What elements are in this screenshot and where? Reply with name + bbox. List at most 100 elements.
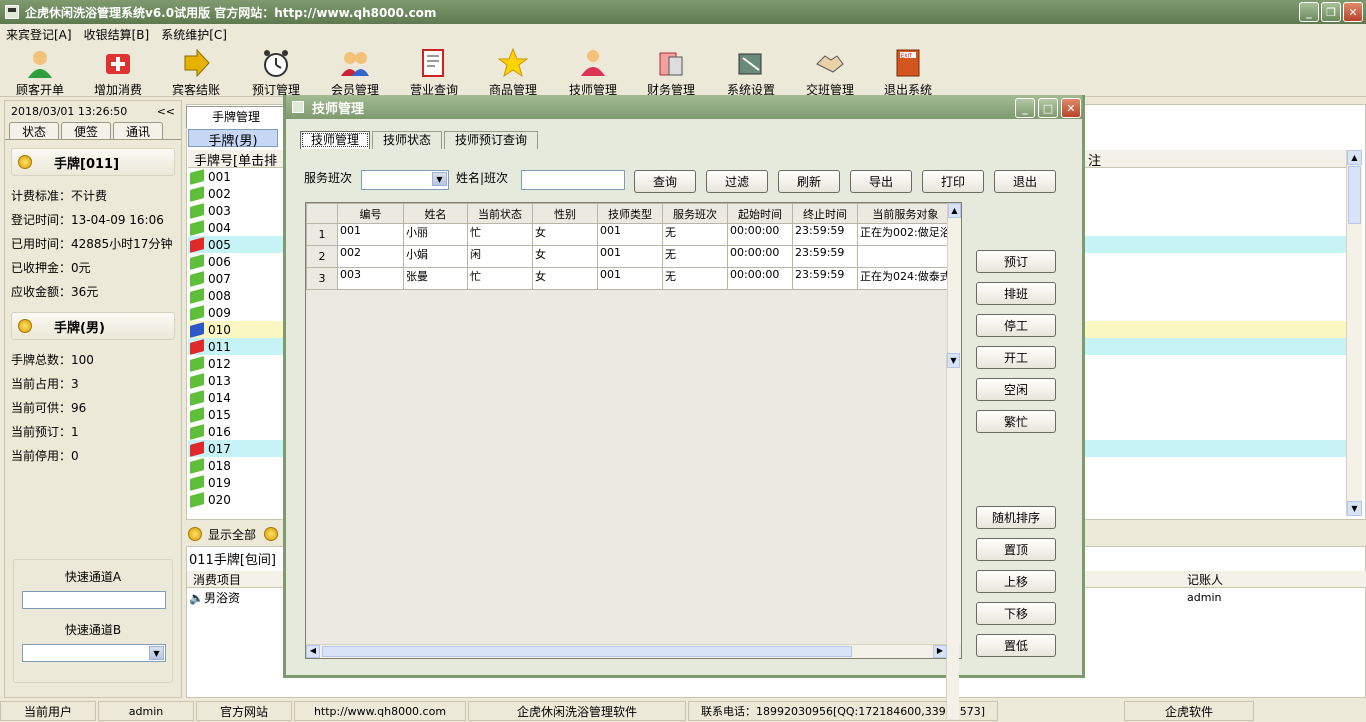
technician-cell[interactable]: 00:00:00 [727, 267, 793, 290]
scroll-thumb[interactable] [1348, 166, 1361, 224]
column-item[interactable]: 消费项目 [193, 571, 241, 588]
technician-cell[interactable]: 小丽 [403, 223, 468, 246]
technician-cell[interactable]: 女 [532, 245, 598, 268]
scroll-left-icon[interactable]: ◀ [306, 645, 320, 658]
scroll-right-icon[interactable]: ▶ [933, 645, 947, 658]
technician-cell[interactable]: 无 [662, 267, 728, 290]
row-number[interactable]: 3 [306, 267, 338, 290]
technician-action-button[interactable]: 开工 [976, 346, 1056, 369]
column-header[interactable]: 性别 [532, 203, 598, 224]
tab-notes[interactable]: 便签 [61, 122, 111, 139]
card-list-scrollbar[interactable]: ▲ ▼ [1346, 150, 1362, 516]
exit-button[interactable]: 退出 [994, 170, 1056, 193]
column-header[interactable]: 姓名 [403, 203, 468, 224]
toolbar-business-query-button[interactable]: 营业查询 [395, 47, 473, 98]
technician-row[interactable]: 1 001 小丽忙女 001 无 00:00:00 23:59:59 正在为002:做足浴 [306, 223, 954, 246]
filter-button[interactable]: 过滤 [706, 170, 768, 193]
column-remark[interactable]: 注 [1088, 150, 1101, 169]
scroll-up-icon[interactable]: ▲ [948, 203, 961, 218]
sort-action-button[interactable]: 置低 [976, 634, 1056, 657]
refresh-button[interactable]: 刷新 [778, 170, 840, 193]
chevron-down-icon[interactable]: ▼ [432, 172, 447, 186]
toolbar-reservation-button[interactable]: 预订管理 [237, 47, 315, 98]
print-button[interactable]: 打印 [922, 170, 984, 193]
menu-checkin[interactable]: 来宾登记[A] [6, 26, 72, 43]
technician-cell[interactable]: 002 [337, 245, 404, 268]
technician-row[interactable]: 3 003 张曼忙女 001 无 00:00:00 23:59:59 正在为024:做泰式 [306, 267, 954, 290]
query-button[interactable]: 查询 [634, 170, 696, 193]
name-input[interactable] [521, 170, 625, 190]
technician-cell[interactable]: 忙 [467, 223, 533, 246]
tab-contact[interactable]: 通讯 [113, 122, 163, 139]
technician-cell[interactable]: 小娟 [403, 245, 468, 268]
technician-cell[interactable]: 女 [532, 267, 598, 290]
column-header[interactable]: 起始时间 [727, 203, 793, 224]
technician-cell[interactable]: 23:59:59 [792, 267, 858, 290]
technician-cell[interactable]: 001 [597, 267, 663, 290]
toolbar-settings-button[interactable]: 系统设置 [712, 47, 790, 98]
scroll-down-icon[interactable]: ▼ [1347, 501, 1362, 516]
toolbar-shift-button[interactable]: 交班管理 [791, 47, 869, 98]
scroll-thumb[interactable] [322, 646, 852, 657]
technician-cell[interactable]: 00:00:00 [727, 223, 793, 246]
dialog-maximize-button[interactable]: □ [1038, 98, 1058, 118]
quick-b-select[interactable]: ▼ [22, 644, 166, 662]
technician-cell[interactable]: 001 [597, 223, 663, 246]
sort-action-button[interactable]: 上移 [976, 570, 1056, 593]
column-recorder[interactable]: 记账人 [1187, 571, 1223, 588]
menu-system[interactable]: 系统维护[C] [161, 26, 227, 43]
toolbar-technician-button[interactable]: 技师管理 [554, 47, 632, 98]
column-header[interactable]: 当前服务对象 [857, 203, 954, 224]
technician-cell[interactable]: 003 [337, 267, 404, 290]
technician-cell[interactable]: 忙 [467, 267, 533, 290]
column-header[interactable]: 编号 [337, 203, 404, 224]
technician-action-button[interactable]: 排班 [976, 282, 1056, 305]
technician-cell[interactable]: 00:00:00 [727, 245, 793, 268]
toolbar-add-consumption-button[interactable]: 增加消费 [79, 47, 157, 98]
row-number[interactable]: 1 [306, 223, 338, 246]
table-horizontal-scrollbar[interactable]: ◀ ▶ [306, 644, 947, 658]
column-header[interactable]: 服务班次 [662, 203, 728, 224]
column-header[interactable]: 终止时间 [792, 203, 858, 224]
expand-icon[interactable] [264, 527, 279, 541]
technician-cell[interactable]: 23:59:59 [792, 245, 858, 268]
technician-action-button[interactable]: 停工 [976, 314, 1056, 337]
export-button[interactable]: 导出 [850, 170, 912, 193]
row-number[interactable]: 2 [306, 245, 338, 268]
collapse-button[interactable]: << [157, 105, 175, 118]
shift-select[interactable]: ▼ [361, 170, 449, 190]
technician-cell[interactable]: 女 [532, 223, 598, 246]
table-vertical-scrollbar[interactable]: ▲ ▼ [946, 203, 961, 719]
sort-action-button[interactable]: 下移 [976, 602, 1056, 625]
column-card-number[interactable]: 手牌号[单击排 [194, 154, 277, 169]
dialog-minimize-button[interactable]: _ [1015, 98, 1035, 118]
status-site[interactable]: http://www.qh8000.com [294, 701, 466, 721]
technician-cell[interactable]: 23:59:59 [792, 223, 858, 246]
toolbar-goods-button[interactable]: 商品管理 [474, 47, 552, 98]
show-all-button[interactable]: 显示全部 [208, 526, 256, 543]
technician-cell[interactable]: 正在为002:做足浴 [857, 223, 954, 246]
close-button[interactable]: ✕ [1343, 2, 1363, 22]
dialog-close-button[interactable]: ✕ [1061, 98, 1081, 118]
technician-action-button[interactable]: 空闲 [976, 378, 1056, 401]
technician-cell[interactable]: 001 [597, 245, 663, 268]
column-header[interactable]: 技师类型 [597, 203, 663, 224]
technician-cell[interactable]: 正在为024:做泰式 [857, 267, 954, 290]
sort-action-button[interactable]: 置顶 [976, 538, 1056, 561]
technician-cell[interactable]: 闲 [467, 245, 533, 268]
technician-cell[interactable]: 001 [337, 223, 404, 246]
tab-technician-status[interactable]: 技师状态 [372, 131, 443, 149]
tab-male-cards[interactable]: 手牌(男) [188, 129, 278, 149]
tab-status[interactable]: 状态 [9, 122, 59, 139]
technician-row[interactable]: 2 002 小娟闲女 001 无 00:00:00 23:59:59 [306, 245, 954, 268]
tab-technician-reservation[interactable]: 技师预订查询 [444, 131, 539, 149]
tab-card-management[interactable]: 手牌管理 [186, 106, 286, 128]
technician-action-button[interactable]: 预订 [976, 250, 1056, 273]
scroll-up-icon[interactable]: ▲ [1347, 150, 1362, 165]
toolbar-finance-button[interactable]: 财务管理 [632, 47, 710, 98]
sort-action-button[interactable]: 随机排序 [976, 506, 1056, 529]
toolbar-checkout-button[interactable]: 宾客结账 [157, 47, 235, 98]
toolbar-member-button[interactable]: 会员管理 [316, 47, 394, 98]
toolbar-new-order-button[interactable]: 顾客开单 [1, 47, 79, 98]
tab-technician-management[interactable]: 技师管理 [300, 131, 371, 149]
